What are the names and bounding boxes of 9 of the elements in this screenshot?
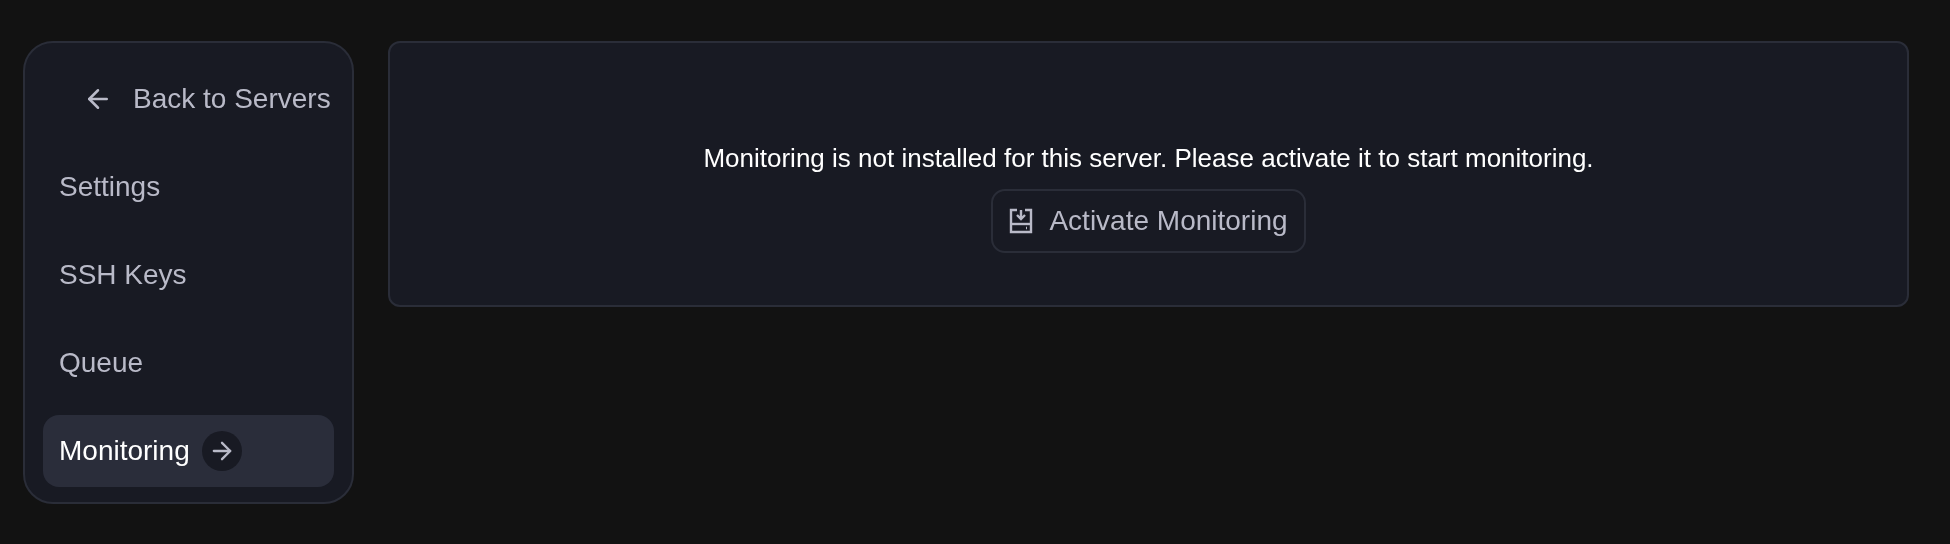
back-link[interactable]: Back to Servers (43, 79, 334, 119)
sidebar-item[interactable]: Settings (43, 151, 334, 223)
install-icon (1009, 208, 1034, 234)
arrow-right-icon (201, 431, 242, 471)
sidebar-item[interactable]: Monitoring (43, 415, 334, 487)
status-message: Monitoring is not installed for this server. Please activate it to start monitoring. (703, 142, 1594, 175)
activate-monitoring-button[interactable]: Activate Monitoring (991, 189, 1306, 253)
sidebar-item[interactable]: SSH Keys (43, 239, 334, 311)
sidebar-item[interactable]: Queue (43, 327, 334, 399)
